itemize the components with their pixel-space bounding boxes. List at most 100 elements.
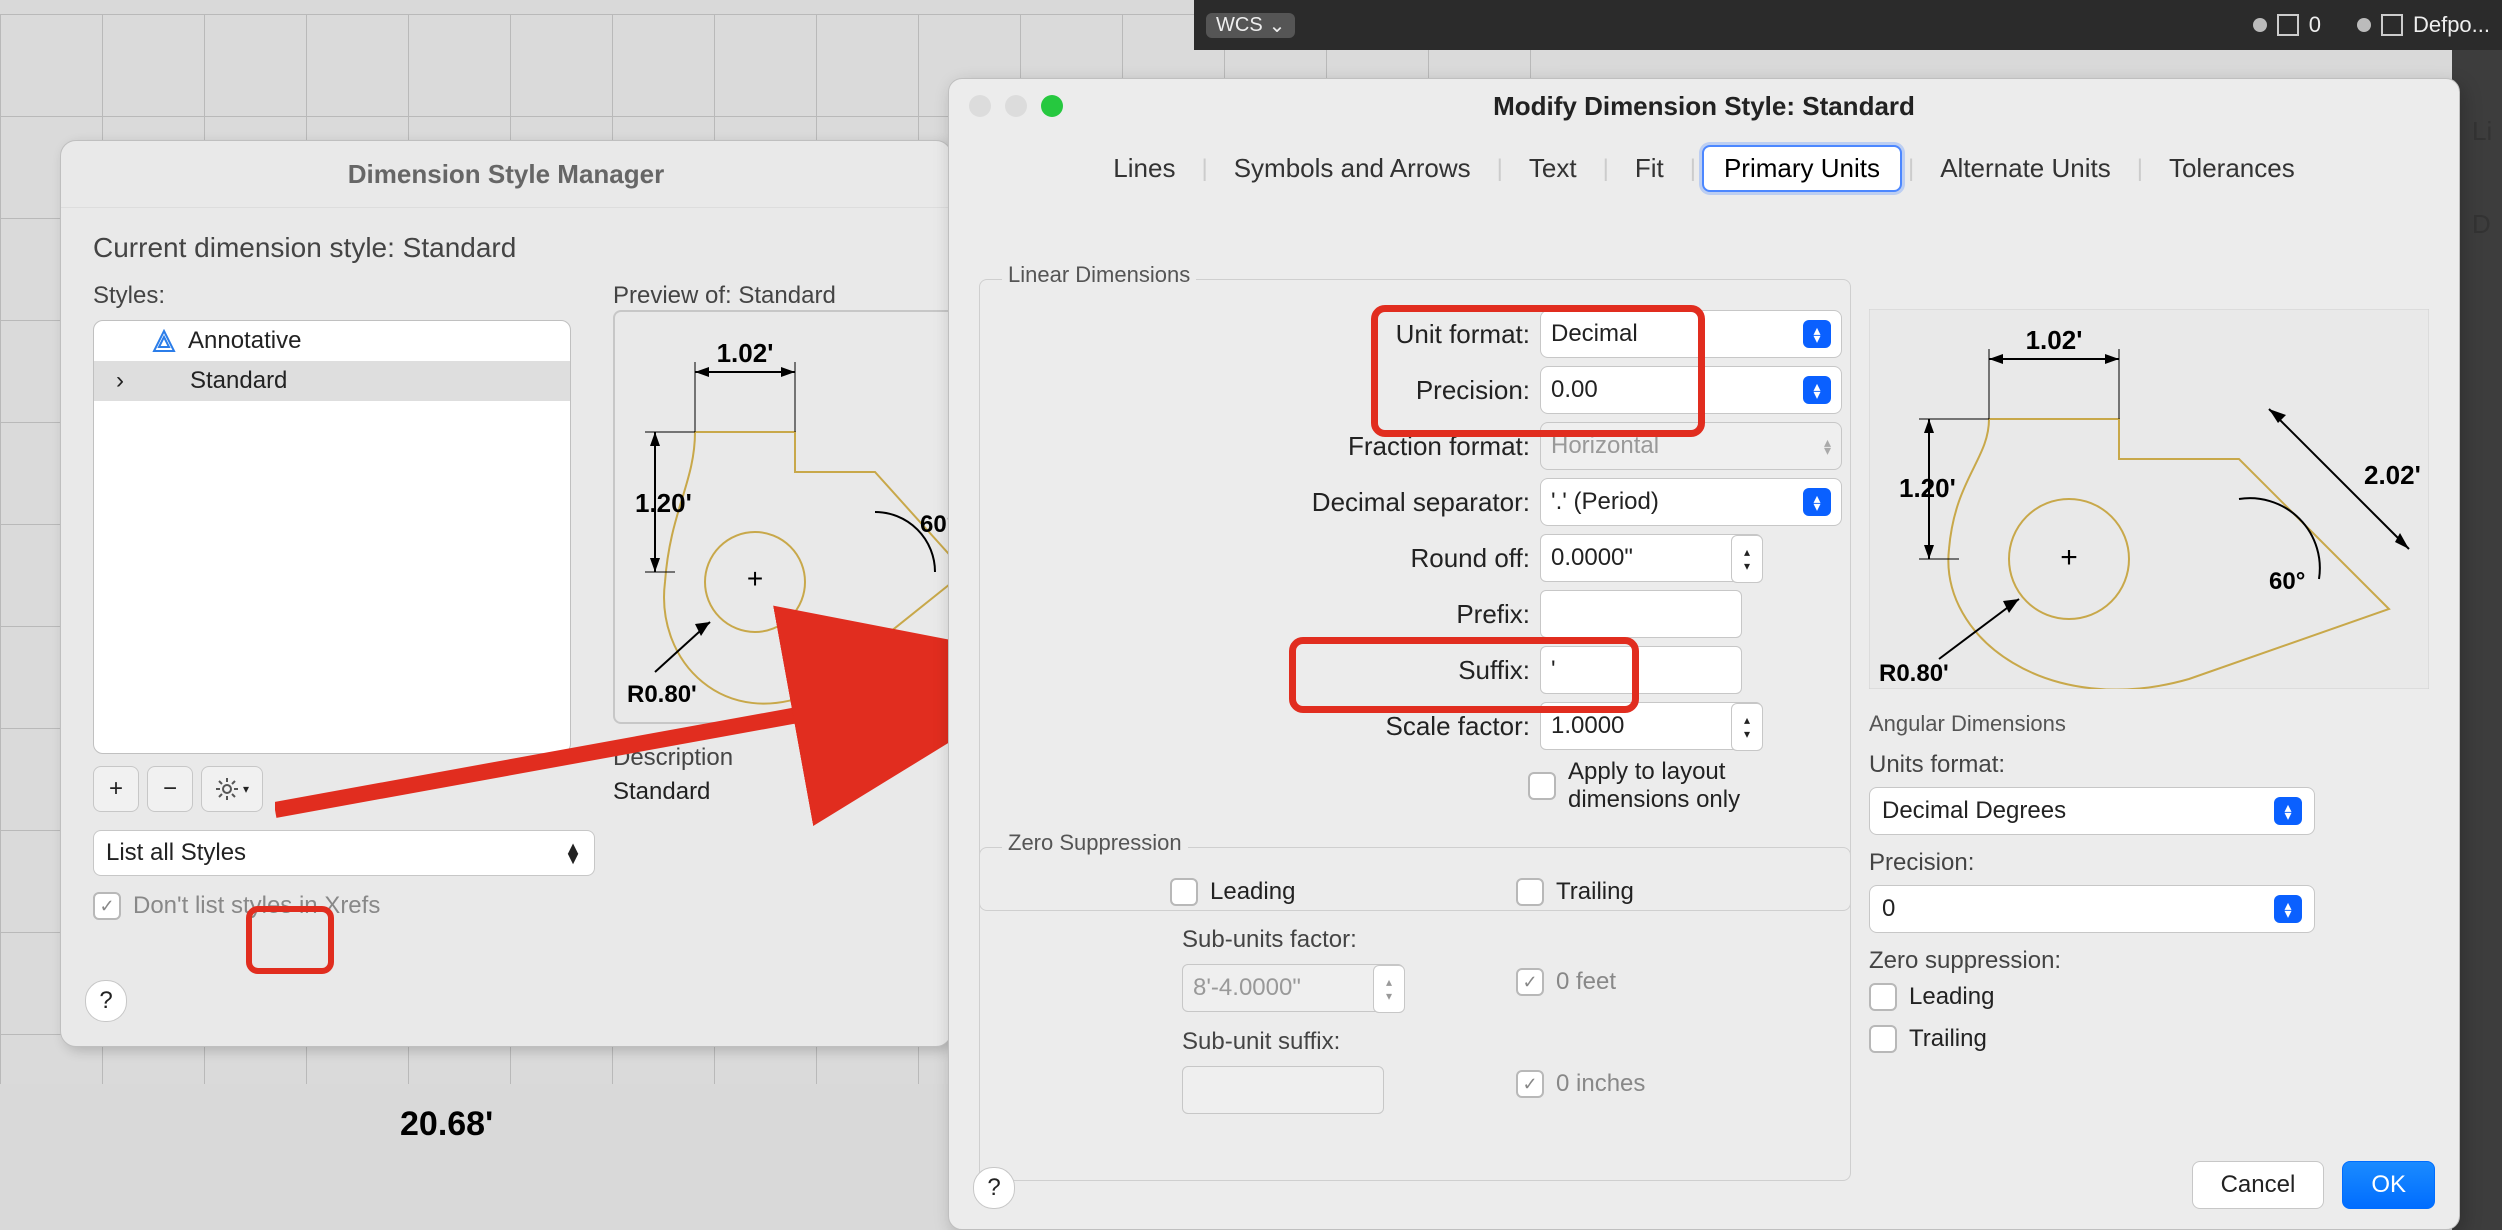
svg-text:+: + xyxy=(747,563,763,594)
description-heading: Description xyxy=(613,744,967,772)
apply-layout-label: Apply to layout dimensions only xyxy=(1568,758,1848,814)
svg-text:1.20': 1.20' xyxy=(1899,473,1956,503)
trailing-label: Trailing xyxy=(1556,878,1634,906)
drawing-dimension-text: 20.68' xyxy=(400,1105,493,1144)
fraction-format-select: Horizontal ▴▾ xyxy=(1540,422,1842,470)
checkbox-icon[interactable] xyxy=(1170,878,1198,906)
minus-icon: − xyxy=(163,775,177,803)
scale-factor-input[interactable]: 1.0000 ▴▾ xyxy=(1540,702,1762,750)
ok-button[interactable]: OK xyxy=(2342,1161,2435,1209)
app-toolbar: WCS ⌄ 0 Defpo... xyxy=(1194,0,2502,50)
scale-factor-label: Scale factor: xyxy=(1020,711,1540,742)
layer-row-1[interactable]: Defpo... xyxy=(2357,12,2490,38)
angular-units-select[interactable]: Decimal Degrees ▴▾ xyxy=(1869,787,2315,835)
chevron-down-icon: ⌄ xyxy=(1269,13,1286,38)
prefix-input[interactable] xyxy=(1540,590,1742,638)
tab-tolerances[interactable]: Tolerances xyxy=(2149,147,2315,190)
angular-trailing-row[interactable]: Trailing xyxy=(1869,1025,2419,1053)
minimize-window-button[interactable] xyxy=(1005,95,1027,117)
group-title: Zero Suppression xyxy=(1002,830,1188,856)
help-button[interactable]: ? xyxy=(973,1167,1015,1209)
preview-heading: Preview of: Standard xyxy=(613,282,967,310)
checkbox-icon[interactable] xyxy=(93,892,121,920)
round-off-value: 0.0000" xyxy=(1551,544,1633,572)
checkbox-icon xyxy=(1516,968,1544,996)
ok-label: OK xyxy=(2371,1171,2406,1199)
tab-primary-units[interactable]: Primary Units xyxy=(1702,145,1902,192)
checkbox-icon[interactable] xyxy=(1869,1025,1897,1053)
xref-checkbox-row[interactable]: Don't list styles in Xrefs xyxy=(93,892,595,920)
layer-name: 0 xyxy=(2309,12,2321,38)
window-title: Modify Dimension Style: Standard xyxy=(949,79,2459,122)
linear-dimensions-group: Linear Dimensions Unit format: Decimal ▴… xyxy=(979,279,1851,911)
dim-left: 1.20' xyxy=(635,488,692,518)
styles-list[interactable]: Annotative › Standard xyxy=(93,320,571,754)
window-titlebar[interactable]: Modify Dimension Style: Standard xyxy=(949,79,2459,133)
wcs-selector[interactable]: WCS ⌄ xyxy=(1206,13,1295,38)
svg-text:+: + xyxy=(2060,541,2078,574)
trailing-checkbox-row[interactable]: Trailing xyxy=(1516,878,1634,906)
unit-format-value: Decimal xyxy=(1551,320,1638,348)
style-options-button[interactable]: ▾ xyxy=(201,766,263,812)
add-style-button[interactable]: + xyxy=(93,766,139,812)
angular-precision-select[interactable]: 0 ▴▾ xyxy=(1869,885,2315,933)
zoom-window-button[interactable] xyxy=(1041,95,1063,117)
fraction-format-value: Horizontal xyxy=(1551,432,1659,460)
tab-bar: Lines| Symbols and Arrows| Text| Fit| Pr… xyxy=(949,145,2459,192)
close-window-button[interactable] xyxy=(969,95,991,117)
apply-layout-checkbox[interactable] xyxy=(1528,772,1556,800)
leading-label: Leading xyxy=(1210,878,1295,906)
decimal-separator-select[interactable]: '.' (Period) ▴▾ xyxy=(1540,478,1842,526)
style-filter-combo[interactable]: List all Styles ▲▼ xyxy=(93,830,595,876)
checkbox-icon xyxy=(1516,1070,1544,1098)
help-button[interactable]: ? xyxy=(85,980,127,1022)
zero-inches-label: 0 inches xyxy=(1556,1070,1645,1098)
precision-label: Precision: xyxy=(1020,375,1540,406)
checkbox-icon[interactable] xyxy=(1869,983,1897,1011)
sub-units-factor-label: Sub-units factor: xyxy=(1182,926,1357,954)
zero-inches-checkbox-row: 0 inches xyxy=(1516,1070,1645,1098)
window-title: Dimension Style Manager xyxy=(61,141,951,208)
wcs-label: WCS xyxy=(1216,14,1263,37)
styles-button-bar: + − ▾ xyxy=(93,766,595,812)
updown-arrows-icon: ▴▾ xyxy=(1824,438,1831,454)
svg-text:2.02': 2.02' xyxy=(2364,460,2421,490)
sub-unit-suffix-label: Sub-unit suffix: xyxy=(1182,1028,1340,1056)
suffix-input[interactable]: ' xyxy=(1540,646,1742,694)
styles-list-item-label: Annotative xyxy=(188,327,301,355)
stepper-arrows-icon[interactable]: ▴▾ xyxy=(1731,703,1763,751)
angular-units-value: Decimal Degrees xyxy=(1882,797,2066,825)
precision-select[interactable]: 0.00 ▴▾ xyxy=(1540,366,1842,414)
layer-row-0[interactable]: 0 xyxy=(2253,12,2321,38)
help-icon: ? xyxy=(987,1174,1000,1202)
dimension-style-manager-window: Dimension Style Manager Current dimensio… xyxy=(60,140,952,1047)
decimal-separator-label: Decimal separator: xyxy=(1020,487,1540,518)
angular-leading-row[interactable]: Leading xyxy=(1869,983,2419,1011)
sub-units-factor-input: 8'-4.0000" ▴▾ xyxy=(1182,964,1404,1012)
angular-precision-value: 0 xyxy=(1882,895,1895,923)
stepper-arrows-icon[interactable]: ▴▾ xyxy=(1731,535,1763,583)
tab-text[interactable]: Text xyxy=(1509,147,1597,190)
tab-fit[interactable]: Fit xyxy=(1615,147,1684,190)
tab-symbols[interactable]: Symbols and Arrows xyxy=(1214,147,1491,190)
cancel-button[interactable]: Cancel xyxy=(2192,1161,2325,1209)
layer-swatch-icon xyxy=(2381,14,2403,36)
updown-arrows-icon: ▲▼ xyxy=(564,843,582,863)
round-off-input[interactable]: 0.0000" ▴▾ xyxy=(1540,534,1762,582)
styles-list-item-standard[interactable]: › Standard xyxy=(94,361,570,401)
tab-alternate-units[interactable]: Alternate Units xyxy=(1920,147,2131,190)
remove-style-button[interactable]: − xyxy=(147,766,193,812)
xref-checkbox-label: Don't list styles in Xrefs xyxy=(133,892,380,920)
group-title: Angular Dimensions xyxy=(1869,711,2419,737)
zero-feet-label: 0 feet xyxy=(1556,968,1616,996)
updown-arrows-icon: ▴▾ xyxy=(2274,895,2302,923)
unit-format-select[interactable]: Decimal ▴▾ xyxy=(1540,310,1842,358)
window-traffic-lights xyxy=(969,95,1063,117)
tab-lines[interactable]: Lines xyxy=(1093,147,1195,190)
leading-checkbox-row[interactable]: Leading xyxy=(1170,878,1295,906)
annotative-icon xyxy=(152,329,176,353)
fraction-format-label: Fraction format: xyxy=(1020,431,1540,462)
cancel-label: Cancel xyxy=(2221,1171,2296,1199)
styles-list-item-annotative[interactable]: Annotative xyxy=(94,321,570,361)
checkbox-icon[interactable] xyxy=(1516,878,1544,906)
